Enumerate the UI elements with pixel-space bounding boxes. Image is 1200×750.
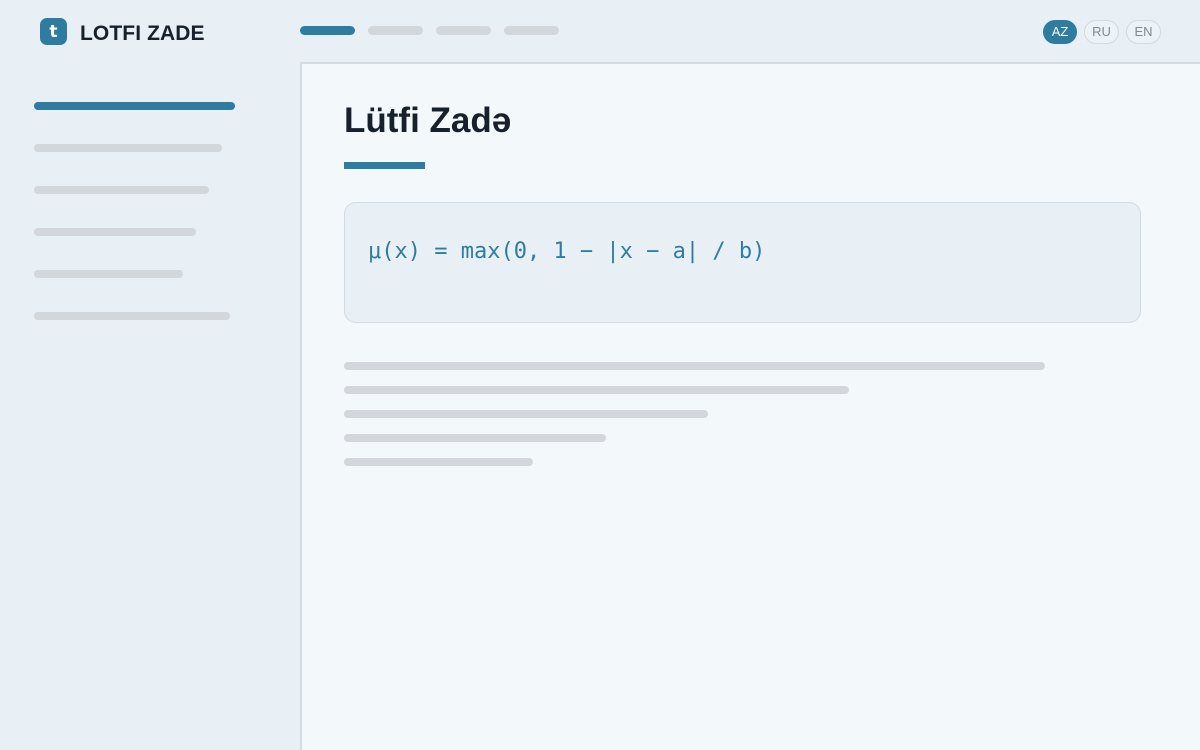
formula-text: μ(x) = max(0, 1 − |x − a| / b) — [368, 239, 766, 264]
top-nav-item-2[interactable] — [368, 26, 423, 35]
lang-button-az[interactable]: AZ — [1043, 20, 1077, 44]
text-placeholder-line — [344, 386, 849, 394]
lang-button-en[interactable]: EN — [1126, 20, 1161, 44]
text-placeholder-line — [344, 410, 708, 418]
top-nav-item-3[interactable] — [436, 26, 491, 35]
lang-button-ru[interactable]: RU — [1084, 20, 1119, 44]
main-content-panel — [300, 62, 1200, 750]
site-title[interactable]: LOTFI ZADE — [80, 21, 205, 46]
sidebar-item-6[interactable] — [34, 312, 230, 320]
sidebar-item-1[interactable] — [34, 102, 235, 110]
top-nav-item-4[interactable] — [504, 26, 559, 35]
sidebar-item-4[interactable] — [34, 228, 196, 236]
text-placeholder-line — [344, 362, 1045, 370]
title-underline — [344, 162, 425, 169]
text-placeholder-line — [344, 434, 606, 442]
page-title: Lütfi Zadə — [344, 101, 512, 140]
logo-icon[interactable]: t — [40, 18, 67, 45]
sidebar-item-3[interactable] — [34, 186, 209, 194]
text-placeholder-line — [344, 458, 533, 466]
top-nav-item-1[interactable] — [300, 26, 355, 35]
sidebar-item-2[interactable] — [34, 144, 222, 152]
sidebar-item-5[interactable] — [34, 270, 183, 278]
